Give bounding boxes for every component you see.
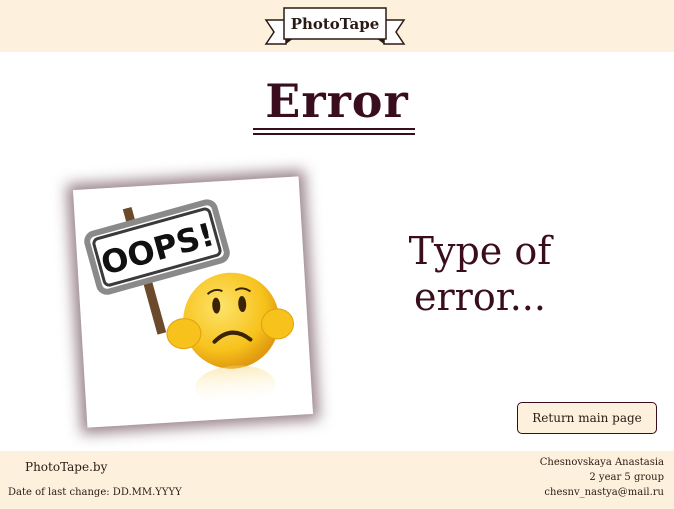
footer-site-name[interactable]: PhotoTape.by	[25, 460, 107, 474]
error-type-text: Type of error...	[380, 228, 580, 320]
author-name: Chesnovskaya Anastasia	[539, 457, 664, 468]
title-underline	[253, 128, 415, 130]
footer-last-change: Date of last change: DD.MM.YYYY	[8, 487, 182, 498]
footer-author-block: Chesnovskaya Anastasia 2 year 5 group ch…	[540, 455, 664, 500]
footer-bar: PhotoTape.by Date of last change: DD.MM.…	[0, 451, 674, 509]
return-main-page-button[interactable]: Return main page	[517, 402, 657, 434]
page-title: Error	[265, 74, 409, 128]
logo-banner[interactable]: PhotoTape	[262, 4, 408, 48]
author-email[interactable]: chesnv_nastya@mail.ru	[540, 485, 664, 500]
title-underline-second	[253, 133, 415, 135]
oops-emoji-illustration: OOPS!	[84, 199, 294, 406]
header-bar: PhotoTape	[0, 0, 674, 52]
error-type-line: error...	[414, 275, 546, 319]
error-type-line: Type of	[408, 229, 552, 273]
logo-text[interactable]: PhotoTape	[286, 11, 384, 37]
author-group: 2 year 5 group	[589, 472, 664, 483]
error-photo: OOPS!	[72, 176, 314, 428]
